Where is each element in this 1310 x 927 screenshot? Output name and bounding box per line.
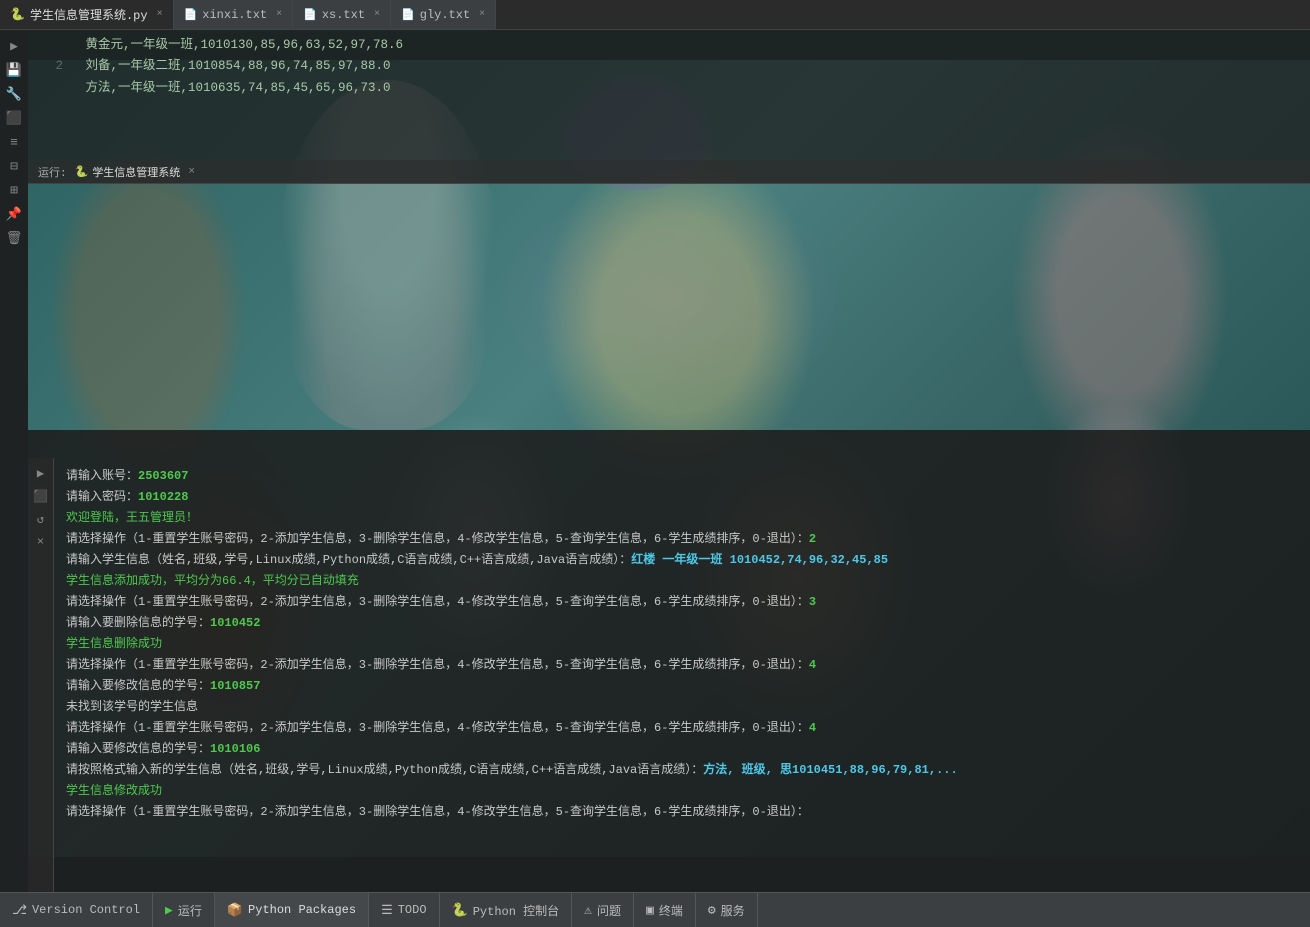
status-python-packages[interactable]: 📦 Python Packages: [215, 893, 369, 927]
tab-xs-close[interactable]: ×: [374, 9, 380, 20]
console-line-modify-id1: 请输入要修改信息的学号：1010857: [66, 676, 1298, 697]
tab-gly-icon: 📄: [401, 8, 415, 22]
tab-xinxi-label: xinxi.txt: [202, 8, 267, 22]
python-console-label: Python 控制台: [473, 902, 559, 919]
status-bar: ⎇ Version Control ▶ 运行 📦 Python Packages…: [0, 892, 1310, 927]
tab-gly-close[interactable]: ×: [479, 9, 485, 20]
console-line-add-success: 学生信息添加成功，平均分为66.4，平均分已自动填充: [66, 571, 1298, 592]
run-status-label: 运行: [178, 902, 202, 919]
issues-icon: ⚠: [584, 903, 592, 918]
sidebar-trash-icon[interactable]: 🗑: [3, 227, 25, 249]
sidebar-save-icon[interactable]: 💾: [3, 59, 25, 81]
run-python-icon: 🐍: [75, 165, 89, 179]
code-line-1-content: 黄金元,一年级一班,1010130,85,96,63,52,97,78.6: [86, 38, 404, 52]
console-line-account: 请输入账号：2503607: [66, 466, 1298, 487]
code-line-3-content: 方法,一年级一班,1010635,74,85,45,65,96,73.0: [86, 81, 391, 95]
code-line-1: 黄金元,一年级一班,1010130,85,96,63,52,97,78.6: [43, 35, 1295, 56]
code-area-top: 黄金元,一年级一班,1010130,85,96,63,52,97,78.6 2 …: [28, 30, 1310, 160]
tab-python-icon: 🐍: [10, 7, 25, 22]
python-packages-label: Python Packages: [248, 903, 356, 917]
console-line-welcome: 欢迎登陆，王五管理员！: [66, 508, 1298, 529]
services-icon: ⚙: [708, 903, 716, 918]
sidebar-grid-icon[interactable]: ⊞: [3, 179, 25, 201]
tab-xs-label: xs.txt: [322, 8, 365, 22]
services-label: 服务: [721, 902, 745, 919]
console-line-op1: 请选择操作（1-重置学生账号密码，2-添加学生信息，3-删除学生信息，4-修改学…: [66, 529, 1298, 550]
python-console-icon: 🐍: [452, 903, 468, 918]
console-close-button[interactable]: ×: [31, 532, 51, 552]
todo-label: TODO: [398, 903, 427, 917]
console-line-delete-id: 请输入要删除信息的学号：1010452: [66, 613, 1298, 634]
console-line-delete-success: 学生信息删除成功: [66, 634, 1298, 655]
version-control-icon: ⎇: [12, 903, 27, 918]
console-panel: ▶ ⬛ ↺ × 请输入账号：2503607 请输入密码：1010228 欢迎登陆…: [28, 430, 1310, 892]
sidebar-panel-icon[interactable]: ⊟: [3, 155, 25, 177]
tab-xinxi-close[interactable]: ×: [276, 9, 282, 20]
console-line-modify-format: 请按照格式输入新的学生信息（姓名,班级,学号,Linux成绩,Python成绩,…: [66, 760, 1298, 781]
run-close-btn[interactable]: ×: [188, 166, 195, 178]
console-line-not-found: 未找到该学号的学生信息: [66, 697, 1298, 718]
status-services[interactable]: ⚙ 服务: [696, 893, 758, 927]
status-terminal[interactable]: ▣ 终端: [634, 893, 696, 927]
status-python-console[interactable]: 🐍 Python 控制台: [440, 893, 573, 927]
run-status-icon: ▶: [165, 903, 173, 918]
terminal-label: 终端: [659, 902, 683, 919]
console-line-password: 请输入密码：1010228: [66, 487, 1298, 508]
tab-xs-icon: 📄: [303, 8, 317, 22]
console-line-modify-success: 学生信息修改成功: [66, 781, 1298, 802]
console-output[interactable]: 请输入账号：2503607 请输入密码：1010228 欢迎登陆，王五管理员！ …: [54, 458, 1310, 892]
sidebar-list-icon[interactable]: ≡: [3, 131, 25, 153]
todo-icon: ☰: [381, 903, 393, 918]
main-content: 黄金元,一年级一班,1010130,85,96,63,52,97,78.6 2 …: [28, 30, 1310, 892]
tab-xinxi-icon: 📄: [184, 8, 198, 22]
run-label: 运行:: [38, 164, 67, 180]
python-packages-icon: 📦: [227, 903, 243, 918]
console-toolbar: ▶ ⬛ ↺ ×: [28, 458, 54, 892]
tab-bar: 🐍 学生信息管理系统.py × 📄 xinxi.txt × 📄 xs.txt ×…: [0, 0, 1310, 30]
status-version-control[interactable]: ⎇ Version Control: [0, 893, 153, 927]
sidebar-wrench-icon[interactable]: 🔧: [3, 83, 25, 105]
console-line-modify-id2: 请输入要修改信息的学号：1010106: [66, 739, 1298, 760]
code-line-3: 方法,一年级一班,1010635,74,85,45,65,96,73.0: [43, 78, 1295, 99]
left-sidebar: ▶ 💾 🔧 ⬛ ≡ ⊟ ⊞ 📌 🗑: [0, 30, 28, 892]
console-line-op2: 请选择操作（1-重置学生账号密码，2-添加学生信息，3-删除学生信息，4-修改学…: [66, 592, 1298, 613]
run-title: 🐍 学生信息管理系统 ×: [75, 164, 195, 180]
code-line-2: 2 刘备,一年级二班,1010854,88,96,74,85,97,88.0: [43, 56, 1295, 77]
tab-gly[interactable]: 📄 gly.txt ×: [391, 0, 496, 29]
version-control-label: Version Control: [32, 903, 140, 917]
status-issues[interactable]: ⚠ 问题: [572, 893, 634, 927]
sidebar-pin-icon[interactable]: 📌: [3, 203, 25, 225]
status-run[interactable]: ▶ 运行: [153, 893, 215, 927]
tab-python[interactable]: 🐍 学生信息管理系统.py ×: [0, 0, 174, 29]
console-line-op3: 请选择操作（1-重置学生账号密码，2-添加学生信息，3-删除学生信息，4-修改学…: [66, 655, 1298, 676]
tab-python-close[interactable]: ×: [157, 9, 163, 20]
terminal-icon: ▣: [646, 903, 654, 918]
run-bar: 运行: 🐍 学生信息管理系统 ×: [28, 160, 1310, 184]
tab-xinxi[interactable]: 📄 xinxi.txt ×: [174, 0, 294, 29]
console-refresh-button[interactable]: ↺: [31, 509, 51, 529]
tab-xs[interactable]: 📄 xs.txt ×: [293, 0, 391, 29]
console-play-button[interactable]: ▶: [31, 463, 51, 483]
console-line-op4: 请选择操作（1-重置学生账号密码，2-添加学生信息，3-删除学生信息，4-修改学…: [66, 718, 1298, 739]
status-todo[interactable]: ☰ TODO: [369, 893, 439, 927]
sidebar-stop-icon[interactable]: ⬛: [3, 107, 25, 129]
console-line-op5: 请选择操作（1-重置学生账号密码，2-添加学生信息，3-删除学生信息，4-修改学…: [66, 802, 1298, 823]
code-line-2-content: 刘备,一年级二班,1010854,88,96,74,85,97,88.0: [86, 59, 391, 73]
issues-label: 问题: [597, 902, 621, 919]
tab-python-label: 学生信息管理系统.py: [30, 6, 148, 23]
run-title-text: 学生信息管理系统: [92, 164, 180, 180]
sidebar-play-icon[interactable]: ▶: [3, 35, 25, 57]
console-stop-button[interactable]: ⬛: [31, 486, 51, 506]
console-line-add-info: 请输入学生信息（姓名,班级,学号,Linux成绩,Python成绩,C语言成绩,…: [66, 550, 1298, 571]
tab-gly-label: gly.txt: [420, 8, 470, 22]
